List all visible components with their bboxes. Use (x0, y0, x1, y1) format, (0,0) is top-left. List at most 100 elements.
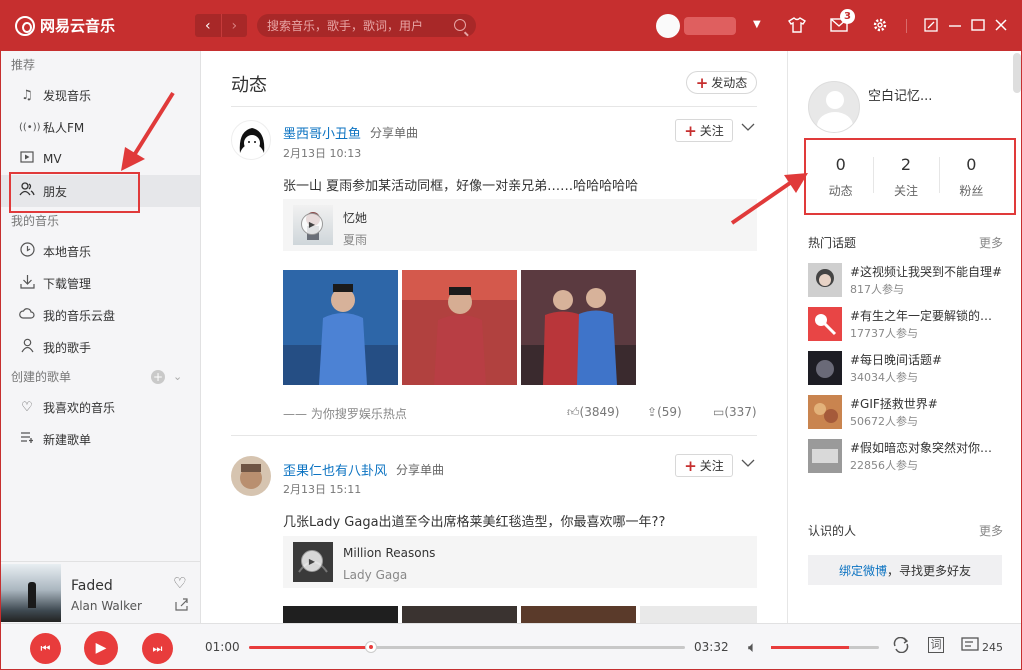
post-image[interactable] (402, 606, 517, 623)
hot-topics-more-link[interactable]: 更多 (979, 234, 1003, 251)
progress-slider[interactable] (249, 641, 685, 653)
sidebar-item-singers[interactable]: 我的歌手 (1, 331, 200, 363)
forward-button[interactable]: › (220, 14, 248, 37)
user-avatar[interactable] (656, 14, 680, 38)
post-update-button[interactable]: + 发动态 (686, 71, 757, 94)
mini-mode-icon[interactable] (921, 15, 941, 35)
app-logo[interactable]: 网易云音乐 (15, 15, 115, 36)
known-people-title: 认识的人 (808, 524, 857, 538)
titlebar-divider (906, 19, 907, 33)
playlist-icon[interactable] (961, 637, 979, 657)
settings-gear-icon[interactable] (870, 15, 890, 35)
progress-knob[interactable] (365, 641, 378, 653)
post-image[interactable] (283, 270, 398, 385)
skin-tshirt-icon[interactable] (787, 15, 807, 35)
download-icon (19, 274, 35, 293)
sidebar-item-new-playlist[interactable]: 新建歌单 (1, 423, 200, 455)
right-panel: 空白记忆... 0 动态 2 关注 0 粉丝 热门话题 更多 #这视频让我哭到不… (787, 51, 1021, 623)
loop-icon[interactable] (892, 636, 910, 657)
post-image[interactable] (640, 606, 757, 623)
topic-thumbnail (808, 439, 842, 473)
topic-item[interactable]: #每日晚间话题# 34034人参与 (808, 351, 1008, 387)
close-icon[interactable] (991, 15, 1011, 35)
topic-item[interactable]: #有生之年一定要解锁的… 17737人参与 (808, 307, 1008, 343)
sidebar-item-label: 本地音乐 (43, 244, 92, 259)
share-button[interactable]: ⇪(59) (647, 405, 682, 419)
sidebar-item-fm[interactable]: ((•)) 私人FM (1, 111, 200, 143)
play-button[interactable]: ▶ (84, 631, 118, 665)
shared-song-card[interactable]: ▶ 忆她 夏雨 (283, 199, 757, 251)
play-icon[interactable]: ▶ (301, 550, 323, 572)
post-source[interactable]: —— 为你搜罗娱乐热点 (283, 405, 407, 422)
chevron-down-icon[interactable] (741, 457, 755, 471)
post-text: 几张Lady Gaga出道至今出席格莱美红毯造型，你最喜欢哪一年?? (283, 515, 666, 530)
next-track-button[interactable]: ⏭ (142, 633, 173, 664)
song-artist[interactable]: Lady Gaga (343, 568, 407, 582)
like-button[interactable]: 👍︎(3849) (567, 405, 619, 420)
now-playing-artist[interactable]: Alan Walker (71, 599, 142, 613)
sidebar-item-mv[interactable]: MV (1, 143, 200, 175)
chevron-down-icon[interactable] (741, 121, 755, 135)
search-icon[interactable] (454, 19, 466, 31)
lyrics-button[interactable]: 词 (928, 637, 944, 653)
search-placeholder: 搜索音乐，歌手，歌词，用户 (267, 19, 424, 33)
search-input[interactable]: 搜索音乐，歌手，歌词，用户 (257, 14, 476, 37)
sidebar-item-local-music[interactable]: 本地音乐 (1, 235, 200, 267)
play-icon[interactable]: ▶ (301, 213, 323, 235)
topic-item[interactable]: #假如暗恋对象突然对你… 22856人参与 (808, 439, 1008, 475)
profile-avatar[interactable] (808, 81, 860, 133)
topic-count: 34034人参与 (850, 371, 918, 384)
share-icon[interactable] (175, 598, 188, 615)
heart-icon: ♡ (21, 399, 33, 415)
topic-item[interactable]: #这视频让我哭到不能自理# 817人参与 (808, 263, 1008, 299)
user-name-blurred[interactable] (684, 17, 736, 35)
back-button[interactable]: ‹ (195, 14, 221, 37)
post-author-avatar[interactable] (231, 456, 271, 496)
chevron-down-icon[interactable]: ⌄ (173, 363, 182, 391)
previous-track-button[interactable]: ⏮ (30, 633, 61, 664)
sidebar-item-discover[interactable]: ♫ 发现音乐 (1, 79, 200, 111)
post-image[interactable] (283, 606, 398, 623)
local-music-icon (19, 241, 35, 261)
chevron-right-icon: › (231, 17, 238, 34)
cloud-icon (19, 307, 35, 323)
topic-title: #每日晚间话题# (850, 353, 943, 367)
annotation-highlight-friends (9, 172, 140, 213)
minimize-icon[interactable] (945, 15, 965, 35)
topic-title: #假如暗恋对象突然对你… (850, 441, 993, 455)
topic-item[interactable]: #GIF拯救世界# 50672人参与 (808, 395, 1008, 431)
hot-topics-title: 热门话题 (808, 236, 857, 250)
post-author-name[interactable]: 歪果仁也有八卦风 (283, 460, 387, 479)
post-author-avatar[interactable] (231, 120, 271, 160)
heart-icon[interactable]: ♡ (173, 574, 186, 592)
bind-weibo-button[interactable]: 绑定微博 ，寻找更多好友 (808, 555, 1002, 585)
maximize-icon[interactable] (968, 15, 988, 35)
sidebar-item-liked-music[interactable]: ♡ 我喜欢的音乐 (1, 391, 200, 423)
share-count: (59) (657, 405, 682, 419)
follow-button[interactable]: + 关注 (675, 454, 733, 477)
sidebar-item-downloads[interactable]: 下载管理 (1, 267, 200, 299)
scrollbar-thumb[interactable] (1013, 53, 1021, 93)
sidebar-item-cloud[interactable]: 我的音乐云盘 (1, 299, 200, 331)
topic-thumbnail (808, 307, 842, 341)
post-image[interactable] (521, 270, 636, 385)
known-people-more-link[interactable]: 更多 (979, 522, 1003, 539)
post-image[interactable] (402, 270, 517, 385)
song-title[interactable]: 忆她 (343, 209, 367, 226)
song-title[interactable]: Million Reasons (343, 546, 435, 560)
now-playing-title[interactable]: Faded (71, 578, 113, 594)
album-cover[interactable] (1, 564, 61, 622)
follow-button[interactable]: + 关注 (675, 119, 733, 142)
volume-icon[interactable]: 🔈︎ (748, 638, 757, 656)
song-artist[interactable]: 夏雨 (343, 231, 367, 248)
shared-song-card[interactable]: ▶ Million Reasons Lady Gaga (283, 536, 757, 588)
profile-name[interactable]: 空白记忆... (868, 85, 932, 104)
post-author-name[interactable]: 墨西哥小丑鱼 (283, 123, 361, 142)
plus-icon: + (695, 73, 709, 92)
bind-weibo-link[interactable]: 绑定微博 (839, 562, 887, 579)
chevron-down-icon[interactable]: ▼ (753, 19, 761, 30)
add-playlist-icon[interactable]: + (151, 370, 165, 384)
volume-slider[interactable] (771, 646, 879, 649)
post-image[interactable] (521, 606, 636, 623)
comment-button[interactable]: ▭(337) (713, 405, 757, 419)
